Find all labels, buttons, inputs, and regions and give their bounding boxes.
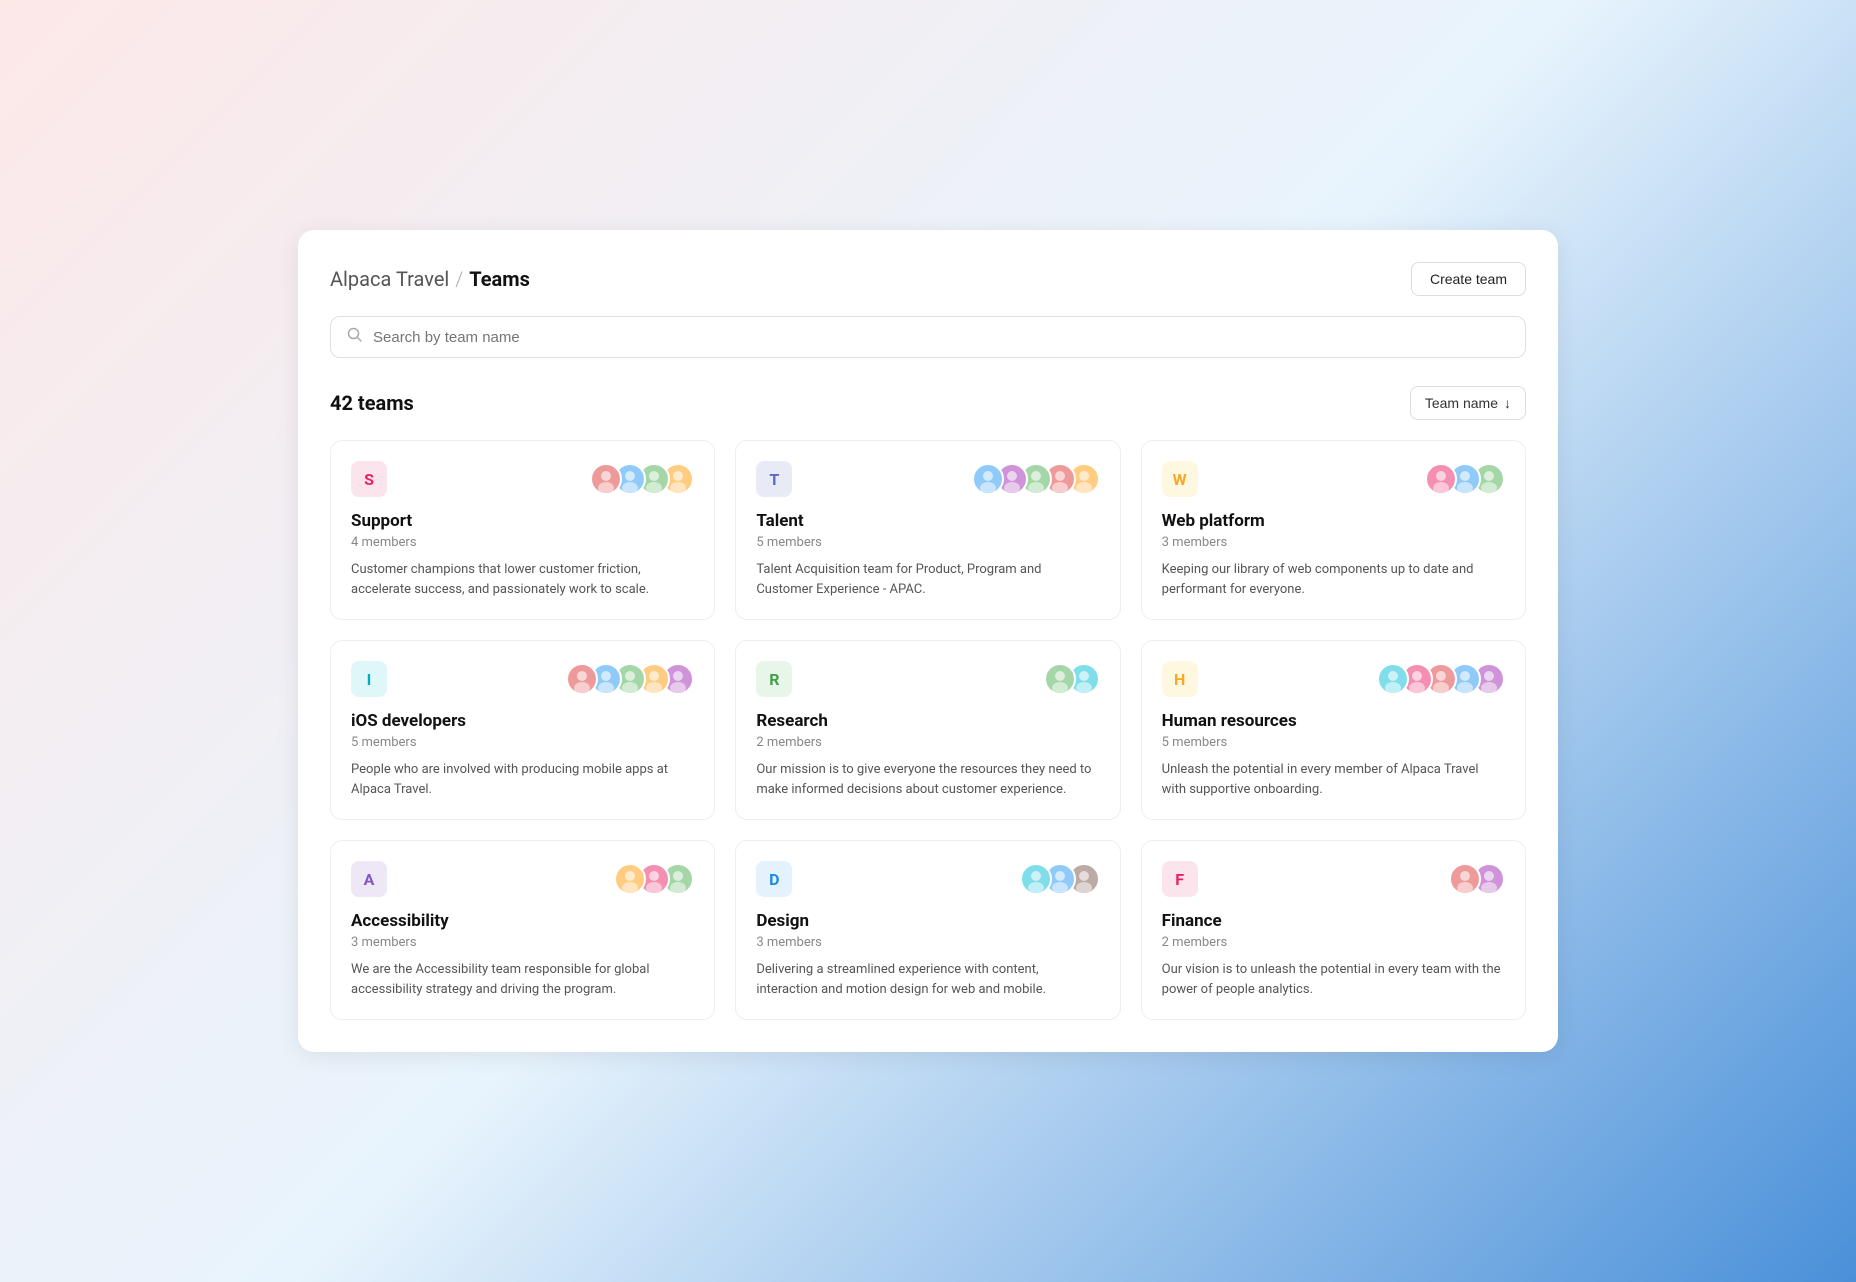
avatars bbox=[1377, 663, 1505, 695]
avatars bbox=[614, 863, 694, 895]
card-top: T bbox=[756, 461, 1099, 497]
search-icon bbox=[347, 327, 363, 347]
team-card-web-platform[interactable]: W Web platform 3 members bbox=[1141, 440, 1526, 620]
sort-button[interactable]: Team name ↓ bbox=[1410, 386, 1526, 420]
team-members: 3 members bbox=[351, 935, 694, 950]
team-name: Design bbox=[756, 911, 1099, 931]
team-card-research[interactable]: R Research 2 members Our mission is to g… bbox=[735, 640, 1120, 820]
team-members: 5 members bbox=[351, 735, 694, 750]
team-card-accessibility[interactable]: A Accessibility 3 members bbox=[330, 840, 715, 1020]
teams-grid: S bbox=[330, 440, 1526, 1020]
team-icon: A bbox=[351, 861, 387, 897]
card-top: H bbox=[1162, 661, 1505, 697]
team-card-support[interactable]: S bbox=[330, 440, 715, 620]
card-top: A bbox=[351, 861, 694, 897]
team-icon: S bbox=[351, 461, 387, 497]
team-card-talent[interactable]: T bbox=[735, 440, 1120, 620]
card-top: I bbox=[351, 661, 694, 697]
breadcrumb-app: Alpaca Travel bbox=[330, 267, 449, 291]
card-top: D bbox=[756, 861, 1099, 897]
sort-label: Team name bbox=[1425, 395, 1498, 411]
team-icon: T bbox=[756, 461, 792, 497]
team-description: Talent Acquisition team for Product, Pro… bbox=[756, 560, 1099, 599]
search-bar bbox=[330, 316, 1526, 358]
avatar bbox=[1425, 463, 1457, 495]
team-members: 5 members bbox=[756, 535, 1099, 550]
avatars bbox=[1449, 863, 1505, 895]
team-name: Support bbox=[351, 511, 694, 531]
search-input[interactable] bbox=[373, 329, 1509, 346]
team-description: We are the Accessibility team responsibl… bbox=[351, 960, 694, 999]
avatar bbox=[972, 463, 1004, 495]
avatars bbox=[1020, 863, 1100, 895]
team-icon: F bbox=[1162, 861, 1198, 897]
avatar bbox=[1044, 663, 1076, 695]
team-icon: R bbox=[756, 661, 792, 697]
team-name: Research bbox=[756, 711, 1099, 731]
avatars bbox=[1425, 463, 1505, 495]
page-header: Alpaca Travel / Teams Create team bbox=[330, 262, 1526, 296]
team-description: Keeping our library of web components up… bbox=[1162, 560, 1505, 599]
team-members: 5 members bbox=[1162, 735, 1505, 750]
avatar bbox=[566, 663, 598, 695]
avatar bbox=[590, 463, 622, 495]
avatar bbox=[1377, 663, 1409, 695]
sort-icon: ↓ bbox=[1504, 395, 1511, 411]
team-description: Customer champions that lower customer f… bbox=[351, 560, 694, 599]
breadcrumb-page: Teams bbox=[469, 267, 530, 291]
team-name: Web platform bbox=[1162, 511, 1505, 531]
breadcrumb-sep: / bbox=[455, 267, 463, 291]
team-description: People who are involved with producing m… bbox=[351, 760, 694, 799]
card-top: W bbox=[1162, 461, 1505, 497]
avatars bbox=[566, 663, 694, 695]
card-top: F bbox=[1162, 861, 1505, 897]
team-members: 2 members bbox=[756, 735, 1099, 750]
avatar bbox=[614, 863, 646, 895]
create-team-button[interactable]: Create team bbox=[1411, 262, 1526, 296]
team-name: Accessibility bbox=[351, 911, 694, 931]
card-top: S bbox=[351, 461, 694, 497]
breadcrumb: Alpaca Travel / Teams bbox=[330, 267, 530, 291]
team-card-finance[interactable]: F Finance 2 members Our vision is to unl… bbox=[1141, 840, 1526, 1020]
main-container: Alpaca Travel / Teams Create team 42 tea… bbox=[298, 230, 1558, 1052]
team-icon: D bbox=[756, 861, 792, 897]
team-description: Unleash the potential in every member of… bbox=[1162, 760, 1505, 799]
team-name: Human resources bbox=[1162, 711, 1505, 731]
team-icon: W bbox=[1162, 461, 1198, 497]
avatars bbox=[590, 463, 694, 495]
team-name: Finance bbox=[1162, 911, 1505, 931]
team-icon: H bbox=[1162, 661, 1198, 697]
avatars bbox=[972, 463, 1100, 495]
card-top: R bbox=[756, 661, 1099, 697]
teams-toolbar: 42 teams Team name ↓ bbox=[330, 386, 1526, 420]
team-members: 4 members bbox=[351, 535, 694, 550]
teams-count: 42 teams bbox=[330, 391, 414, 415]
team-card-human-resources[interactable]: H bbox=[1141, 640, 1526, 820]
team-card-design[interactable]: D Design 3 members Delive bbox=[735, 840, 1120, 1020]
team-name: iOS developers bbox=[351, 711, 694, 731]
team-icon: I bbox=[351, 661, 387, 697]
team-description: Our mission is to give everyone the reso… bbox=[756, 760, 1099, 799]
team-members: 2 members bbox=[1162, 935, 1505, 950]
team-name: Talent bbox=[756, 511, 1099, 531]
team-card-ios-developers[interactable]: I bbox=[330, 640, 715, 820]
avatars bbox=[1044, 663, 1100, 695]
avatar bbox=[1020, 863, 1052, 895]
team-members: 3 members bbox=[756, 935, 1099, 950]
avatar bbox=[1449, 863, 1481, 895]
team-members: 3 members bbox=[1162, 535, 1505, 550]
team-description: Our vision is to unleash the potential i… bbox=[1162, 960, 1505, 999]
team-description: Delivering a streamlined experience with… bbox=[756, 960, 1099, 999]
